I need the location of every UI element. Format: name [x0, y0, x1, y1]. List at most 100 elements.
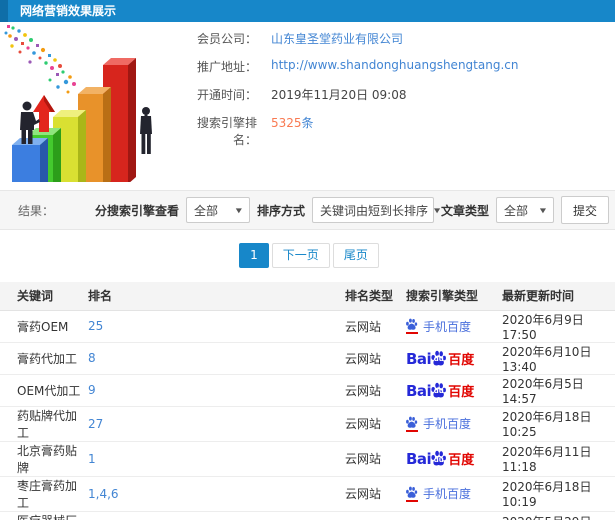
- updated-cell: 2020年6月5日 14:57: [502, 374, 615, 407]
- engine-filter-select[interactable]: 全部 ▼: [185, 197, 250, 223]
- mobile-baidu-logo: 手机百度: [406, 318, 471, 335]
- pagination: 1 下一页 尾页: [0, 243, 615, 268]
- table-row: 膏药代加工 8 云网站 Baidu百度 2020年6月10日 13:40: [0, 342, 615, 375]
- keyword-cell: 医疗器械厂家: [0, 511, 88, 520]
- ranking-table: 关键词 排名 排名类型 搜索引擎类型 最新更新时间 膏药OEM 25 云网站 手…: [0, 282, 615, 520]
- open-time-label: 开通时间：: [196, 88, 257, 102]
- baidu-logo: Baidu百度: [406, 450, 474, 467]
- promo-url-link[interactable]: http://www.shandonghuangshengtang.cn: [271, 58, 518, 72]
- engine-rank-value: 5325条: [271, 114, 314, 131]
- baidu-bai-text: Bai: [406, 381, 432, 400]
- sort-filter-select[interactable]: 关键词由短到长排序 ▼: [311, 197, 440, 223]
- rank-type-cell: 云网站: [345, 441, 406, 477]
- updated-cell: 2020年6月10日 13:40: [502, 342, 615, 375]
- member-company-row: 会员公司： 山东皇圣堂药业有限公司: [185, 30, 615, 47]
- next-page-button[interactable]: 下一页: [271, 243, 330, 268]
- info-section: 会员公司： 山东皇圣堂药业有限公司 推广地址： http://www.shand…: [0, 22, 615, 196]
- engine-rank-row: 搜索引擎排名： 5325条: [185, 114, 615, 147]
- table-row: 药贴牌代加工 27 云网站 手机百度 2020年6月18日 10:25: [0, 406, 615, 442]
- rank-type-cell: 云网站: [345, 476, 406, 512]
- engine-cell: 手机百度: [406, 476, 502, 512]
- mobile-baidu-icon: [406, 416, 418, 432]
- chevron-down-icon: ▼: [433, 206, 441, 214]
- baidu-logo: Baidu百度: [406, 382, 474, 399]
- mobile-baidu-label: 手机百度: [423, 319, 472, 334]
- keyword-cell: 枣庄膏药加工: [0, 476, 88, 512]
- rank-type-cell: 云网站: [345, 374, 406, 407]
- mobile-baidu-logo: 手机百度: [406, 415, 471, 432]
- open-time-value: 2019年11月20日 09:08: [271, 88, 407, 102]
- keyword-cell: 北京膏药贴牌: [0, 441, 88, 477]
- baidu-cn-text: 百度: [448, 352, 475, 368]
- rank-link[interactable]: 9: [88, 383, 96, 397]
- member-company-link[interactable]: 山东皇圣堂药业有限公司: [271, 30, 403, 47]
- page-title: 网络营销效果展示: [20, 4, 117, 18]
- bar-blue: [12, 138, 48, 196]
- table-row: 北京膏药贴牌 1 云网站 Baidu百度 2020年6月11日 11:18: [0, 441, 615, 477]
- rank-link[interactable]: 27: [88, 417, 103, 431]
- filter-bar: 结果： 分搜索引擎查看 全部 ▼ 排序方式 关键词由短到长排序 ▼ 文章类型 全…: [0, 190, 615, 230]
- marketing-results-page: { "page": { "title": "网络营销效果展示" }, "info…: [0, 0, 615, 520]
- growth-bar-chart-illustration-svg: [4, 25, 152, 196]
- updated-header: 最新更新时间: [502, 282, 615, 311]
- rank-count: 5325: [271, 116, 302, 130]
- rank-type-cell: 云网站: [345, 406, 406, 442]
- keyword-cell: 膏药OEM: [0, 310, 88, 343]
- mobile-baidu-underline: [406, 429, 418, 432]
- table-row: 枣庄膏药加工 1,4,6 云网站 手机百度 2020年6月18日 10:19: [0, 476, 615, 512]
- engine-filter-label: 分搜索引擎查看: [94, 203, 179, 218]
- result-label: 结果：: [18, 203, 55, 218]
- baidu-bai-text: Bai: [406, 450, 432, 468]
- keyword-cell: 药贴牌代加工: [0, 406, 88, 442]
- open-time-row: 开通时间： 2019年11月20日 09:08: [185, 86, 615, 102]
- updated-cell: 2020年6月9日 17:50: [502, 310, 615, 343]
- last-page-button[interactable]: 尾页: [332, 243, 379, 268]
- type-filter-select[interactable]: 全部 ▼: [495, 197, 554, 223]
- mobile-baidu-logo: 手机百度: [406, 485, 471, 502]
- keyword-cell: OEM代加工: [0, 374, 88, 407]
- table-row: 膏药OEM 25 云网站 手机百度 2020年6月9日 17:50: [0, 310, 615, 343]
- table-header-row: 关键词 排名 排名类型 搜索引擎类型 最新更新时间: [0, 282, 615, 311]
- page-1-button[interactable]: 1: [239, 243, 269, 268]
- rank-link[interactable]: 1,4,6: [88, 487, 119, 501]
- updated-cell: 2020年6月11日 11:18: [502, 441, 615, 477]
- rank-type-cell: 云网站: [345, 511, 406, 520]
- rank-type-cell: 云网站: [345, 342, 406, 375]
- mobile-baidu-label: 手机百度: [423, 487, 472, 501]
- rank-link[interactable]: 8: [88, 351, 96, 365]
- member-company-label: 会员公司：: [196, 32, 257, 46]
- baidu-paw-icon: [406, 486, 418, 498]
- rank-link[interactable]: 1: [88, 452, 96, 466]
- rank-unit: 条: [301, 116, 314, 130]
- rank-header: 排名: [88, 282, 345, 311]
- engine-cell: 手机百度: [406, 310, 502, 343]
- company-info-list: 会员公司： 山东皇圣堂药业有限公司 推广地址： http://www.shand…: [185, 22, 615, 190]
- rank-link[interactable]: 25: [88, 319, 103, 333]
- engine-rank-label: 搜索引擎排名：: [196, 116, 257, 147]
- engine-filter-value: 全部: [193, 203, 218, 218]
- chevron-down-icon: ▼: [539, 206, 546, 214]
- rank-type-header: 排名类型: [345, 282, 406, 311]
- baidu-cn-text: 百度: [448, 453, 475, 468]
- sort-filter-value: 关键词由短到长排序: [319, 203, 428, 218]
- engine-cell: Baidu百度: [406, 374, 502, 407]
- mobile-baidu-icon: [406, 486, 418, 502]
- baidu-cn-text: 百度: [448, 384, 475, 400]
- baidu-paw-icon: [406, 416, 418, 428]
- page-header: 网络营销效果展示: [0, 0, 615, 22]
- submit-button[interactable]: 提交: [560, 196, 609, 224]
- table-row: OEM代加工 9 云网站 Baidu百度 2020年6月5日 14:57: [0, 374, 615, 407]
- mobile-baidu-icon: [406, 318, 418, 334]
- updated-cell: 2020年6月18日 10:19: [502, 476, 615, 512]
- promo-url-label: 推广地址：: [196, 60, 257, 74]
- mobile-baidu-underline: [406, 499, 418, 502]
- mobile-baidu-underline: [406, 332, 418, 334]
- keyword-header: 关键词: [0, 282, 88, 311]
- baidu-paw-icon: [406, 318, 418, 330]
- type-filter-value: 全部: [503, 203, 528, 218]
- rank-type-cell: 云网站: [345, 310, 406, 343]
- keyword-cell: 膏药代加工: [0, 342, 88, 375]
- chevron-down-icon: ▼: [235, 206, 242, 214]
- mobile-baidu-label: 手机百度: [423, 417, 472, 431]
- engine-cell: Baidu百度: [406, 441, 502, 477]
